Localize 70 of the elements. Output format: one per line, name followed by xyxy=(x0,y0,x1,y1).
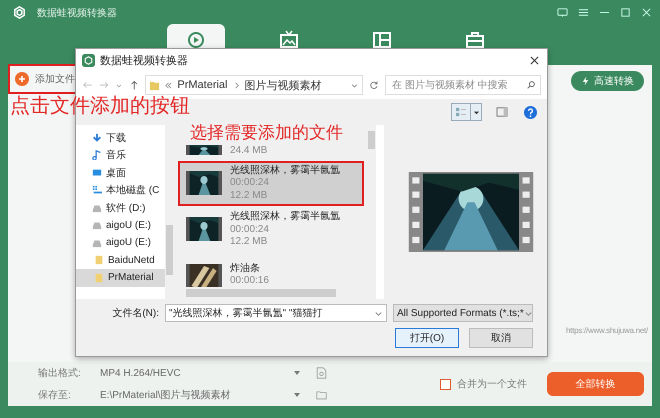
dropdown-button[interactable] xyxy=(471,103,482,121)
breadcrumb-item[interactable]: 图片与视频素材 xyxy=(244,78,322,92)
chat-icon[interactable] xyxy=(557,7,568,18)
folder-icon xyxy=(149,80,160,90)
annotation-text: 选择需要添加的文件 xyxy=(190,124,343,141)
windows-drive-icon xyxy=(92,185,102,196)
nav-item[interactable]: PrMaterial xyxy=(76,269,165,286)
convert-icon xyxy=(186,30,206,50)
chevron-right-icon[interactable] xyxy=(232,82,240,88)
nav-item[interactable]: 下载 xyxy=(76,129,165,146)
drive-icon xyxy=(92,220,102,230)
folder-icon xyxy=(94,255,104,266)
file-name: 光线照深林，雾霭半氤氲 xyxy=(230,164,340,177)
double-chevron-icon[interactable] xyxy=(165,82,172,88)
music-note-icon xyxy=(92,150,102,160)
file-item[interactable]: 光线照深林，雾霭半氤氲 00:00:24 12.2 MB xyxy=(178,207,364,252)
menu-icon[interactable] xyxy=(578,7,589,18)
nav-item[interactable]: aigoU (E:) xyxy=(76,234,165,252)
save-to-select[interactable]: E:\PrMaterial\图片与视频素材 xyxy=(88,388,306,402)
logo-icon xyxy=(82,54,95,66)
output-format-label: 输出格式: xyxy=(38,366,82,380)
up-icon[interactable] xyxy=(128,79,140,91)
file-name: 炸油条 xyxy=(230,262,261,275)
file-duration: 00:00:16 xyxy=(230,275,269,287)
nav-item[interactable]: 音乐 xyxy=(76,146,165,164)
open-button[interactable]: 打开(O) xyxy=(395,328,459,348)
caret-icon xyxy=(472,108,480,116)
merge-checkbox[interactable]: 合并为一个文件 xyxy=(440,377,527,391)
file-duration: 00:00:24 xyxy=(230,224,270,236)
nav-item[interactable]: 软件 (D:) xyxy=(76,199,165,216)
file-type-select[interactable]: All Supported Formats (*.ts;* xyxy=(393,304,533,322)
output-format-select[interactable]: MP4 H.264/HEVC xyxy=(88,368,306,378)
dialog-title: 数据蛙视频转换器 xyxy=(100,54,188,68)
desktop-icon xyxy=(92,168,102,178)
save-to-label: 保存至: xyxy=(38,389,72,402)
preview-pane-icon[interactable] xyxy=(496,107,508,117)
file-name: 光线照深林，雾霭半氤氲 xyxy=(230,211,340,224)
refresh-icon[interactable] xyxy=(369,80,379,90)
folder-icon xyxy=(94,272,104,283)
close-icon[interactable] xyxy=(530,56,539,64)
folder-icon[interactable] xyxy=(316,389,327,401)
help-icon[interactable] xyxy=(524,106,537,118)
file-size: 12.2 MB xyxy=(230,190,268,202)
file-size: 24.4 MB xyxy=(230,145,268,158)
nav-item[interactable]: 桌面 xyxy=(76,164,165,182)
plus-icon xyxy=(15,72,29,86)
file-duration: 00:00:24 xyxy=(230,177,270,190)
annotation-text: 点击文件添加的按钮 xyxy=(10,96,190,116)
nav-item[interactable]: BaiduNetd xyxy=(76,252,165,269)
download-icon xyxy=(92,132,102,143)
breadcrumb-item[interactable]: PrMaterial xyxy=(177,79,228,91)
fast-convert-button[interactable]: 高速转换 xyxy=(571,71,644,91)
drive-icon xyxy=(92,238,102,248)
logo-icon xyxy=(12,5,27,20)
file-item[interactable]: 光线照深林，雾霭半氤氲 00:00:24 12.2 MB xyxy=(178,160,364,206)
address-bar[interactable]: PrMaterial 图片与视频素材 xyxy=(145,75,364,95)
file-name-field[interactable]: "光线照深林，雾霭半氤氲" "猫猫打 xyxy=(165,304,387,322)
cancel-button[interactable]: 取消 xyxy=(469,328,533,348)
file-item[interactable]: 炸油条 00:00:16 xyxy=(178,254,364,287)
app-title: 数据蛙视频转换器 xyxy=(37,6,117,20)
search-field[interactable]: 在 图片与视频素材 中搜索 xyxy=(385,75,541,95)
nav-item[interactable]: aigoU (E:) xyxy=(76,216,165,234)
drive-icon xyxy=(92,202,102,213)
view-icon xyxy=(455,107,467,117)
file-size: 12.2 MB xyxy=(230,236,268,248)
nav-item[interactable]: 本地磁盘 (C xyxy=(76,182,165,199)
file-name-label: 文件名(N): xyxy=(112,306,159,320)
lightning-icon xyxy=(581,76,590,86)
maximize-icon[interactable] xyxy=(620,7,631,18)
search-icon xyxy=(526,80,536,90)
